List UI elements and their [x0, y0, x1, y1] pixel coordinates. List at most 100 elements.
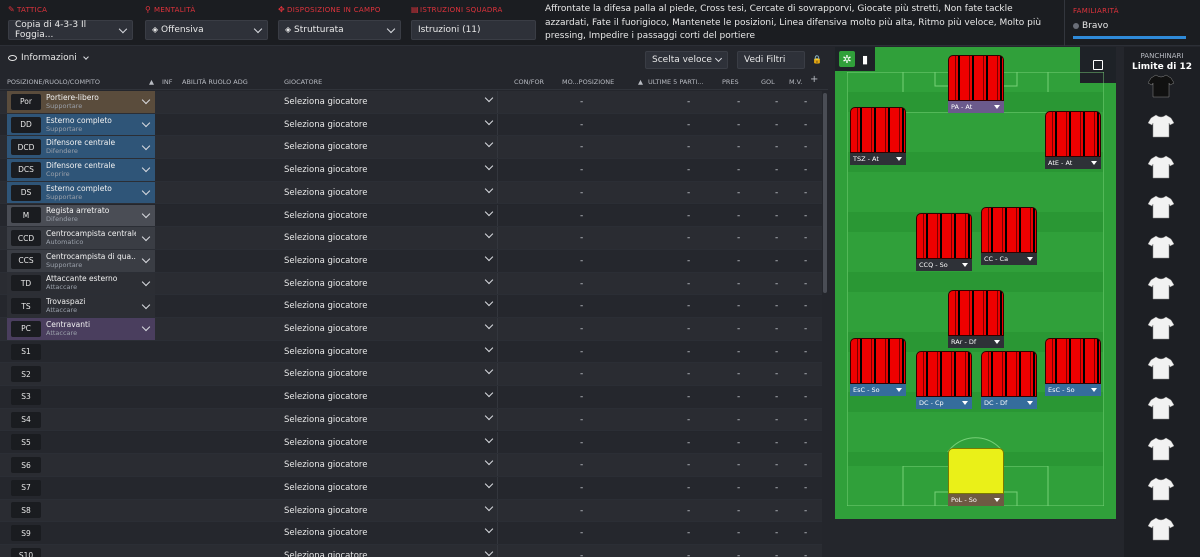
- player-select-text[interactable]: Seleziona giocatore: [284, 188, 367, 198]
- bench-slot-shirt-icon[interactable]: [1147, 235, 1175, 259]
- shirt-icon[interactable]: [916, 213, 972, 259]
- role-cell[interactable]: DS Esterno completo Supportare: [7, 181, 155, 204]
- player-role-label[interactable]: PA - At: [948, 101, 1004, 113]
- shirt-icon[interactable]: [981, 207, 1037, 253]
- player-role-label[interactable]: EsC - So: [850, 384, 906, 396]
- chevron-down-icon[interactable]: [141, 141, 151, 150]
- role-cell[interactable]: S7: [7, 477, 155, 499]
- player-select-text[interactable]: Seleziona giocatore: [284, 506, 367, 516]
- role-cell[interactable]: M Regista arretrato Difendere: [7, 204, 155, 227]
- chevron-down-icon[interactable]: [141, 118, 151, 128]
- col-pres[interactable]: PRES: [722, 78, 739, 86]
- table-row[interactable]: DD Esterno completo Supportare Seleziona gi…: [0, 113, 822, 137]
- chevron-down-icon[interactable]: [141, 232, 151, 241]
- player-select-text[interactable]: Seleziona giocatore: [284, 551, 367, 557]
- player-select-text[interactable]: Seleziona giocatore: [284, 279, 367, 289]
- gear-icon[interactable]: ✲: [839, 51, 855, 67]
- chevron-down-icon[interactable]: [484, 388, 494, 398]
- table-row[interactable]: S5 Seleziona giocatore - - - - -: [0, 431, 822, 455]
- chevron-down-icon[interactable]: [484, 184, 494, 194]
- role-cell[interactable]: S4: [7, 409, 155, 431]
- chevron-down-icon[interactable]: [484, 229, 494, 239]
- role-cell[interactable]: Por Portiere-libero Supportare: [7, 91, 155, 113]
- chevron-down-icon[interactable]: [484, 207, 494, 216]
- col-last5[interactable]: ULTIME 5 PARTI...: [648, 78, 703, 86]
- table-row[interactable]: S6 Seleziona giocatore - - - - -: [0, 454, 822, 477]
- table-row[interactable]: DCD Difensore centrale Difendere Seleziona …: [0, 136, 822, 160]
- table-row[interactable]: DCS Difensore centrale Coprire Seleziona gi…: [0, 159, 822, 182]
- bench-slot-shirt-icon[interactable]: [1147, 114, 1175, 138]
- table-row[interactable]: S1 Seleziona giocatore - - - - -: [0, 340, 822, 364]
- bench-slot-shirt-icon[interactable]: [1147, 276, 1175, 300]
- chevron-down-icon[interactable]: [141, 277, 151, 287]
- table-row[interactable]: S7 Seleziona giocatore - - - - -: [0, 476, 822, 500]
- player-role-label[interactable]: EsC - So: [1045, 384, 1101, 396]
- shirt-icon[interactable]: [1045, 111, 1101, 157]
- chevron-down-icon[interactable]: [484, 298, 494, 307]
- player-select-text[interactable]: Seleziona giocatore: [284, 165, 367, 175]
- role-cell[interactable]: CCS Centrocampista di qua... Supportare: [7, 249, 155, 272]
- player-select-text[interactable]: Seleziona giocatore: [284, 97, 367, 107]
- col-player[interactable]: GIOCATORE: [284, 78, 322, 86]
- col-role-ability[interactable]: ABILITÀ RUOLO ADG: [182, 78, 248, 86]
- mentality-select[interactable]: ◈ Offensiva: [145, 20, 268, 40]
- player-select-text[interactable]: Seleziona giocatore: [284, 301, 367, 311]
- player-select-text[interactable]: Seleziona giocatore: [284, 120, 367, 130]
- player-select-text[interactable]: Seleziona giocatore: [284, 142, 367, 152]
- chevron-down-icon[interactable]: [484, 547, 494, 557]
- bench-slot-shirt-icon[interactable]: [1147, 195, 1175, 219]
- col-mv[interactable]: M.V.: [789, 78, 802, 86]
- chevron-down-icon[interactable]: [484, 116, 494, 125]
- player-select-text[interactable]: Seleziona giocatore: [284, 369, 367, 379]
- role-cell[interactable]: DCS Difensore centrale Coprire: [7, 159, 155, 181]
- role-cell[interactable]: TD Attaccante esterno Attaccare: [7, 272, 155, 295]
- pitch-player[interactable]: PA - At: [948, 55, 1004, 113]
- player-role-label[interactable]: CCQ - So: [916, 259, 972, 271]
- table-row[interactable]: S8 Seleziona giocatore - - - - -: [0, 499, 822, 523]
- chevron-down-icon[interactable]: [484, 93, 494, 103]
- shirt-icon[interactable]: [850, 338, 906, 384]
- table-row[interactable]: S3 Seleziona giocatore - - - - -: [0, 386, 822, 409]
- pitch-player[interactable]: AtE - At: [1045, 111, 1101, 169]
- view-filters-button[interactable]: Vedi Filtri: [737, 51, 805, 69]
- player-select-text[interactable]: Seleziona giocatore: [284, 415, 367, 425]
- table-row[interactable]: Por Portiere-libero Supportare Seleziona gi…: [0, 91, 822, 114]
- scrollbar-thumb[interactable]: [823, 93, 827, 293]
- chevron-down-icon[interactable]: [484, 366, 494, 375]
- role-cell[interactable]: S5: [7, 432, 155, 454]
- chevron-down-icon[interactable]: [141, 186, 151, 196]
- add-column-icon[interactable]: +: [810, 74, 818, 85]
- player-select-text[interactable]: Seleziona giocatore: [284, 233, 367, 243]
- role-cell[interactable]: S2: [7, 363, 155, 385]
- table-scrollbar[interactable]: [822, 90, 828, 557]
- formation-select[interactable]: ◈ Strutturata: [278, 20, 401, 40]
- pitch-player[interactable]: TSZ - At: [850, 107, 906, 165]
- player-role-label[interactable]: RAr - Df: [948, 336, 1004, 348]
- shirt-icon[interactable]: [948, 290, 1004, 336]
- shirt-icon[interactable]: [948, 55, 1004, 101]
- bench-slot-shirt-icon[interactable]: [1147, 74, 1175, 98]
- table-row[interactable]: S9 Seleziona giocatore - - - - -: [0, 522, 822, 545]
- bench-slot-shirt-icon[interactable]: [1147, 437, 1175, 461]
- role-cell[interactable]: TS Trovaspazi Attaccare: [7, 295, 155, 317]
- table-row[interactable]: S10 Seleziona giocatore - - - - -: [0, 545, 822, 557]
- player-select-text[interactable]: Seleziona giocatore: [284, 528, 367, 538]
- table-row[interactable]: S2 Seleziona giocatore - - - - -: [0, 363, 822, 387]
- chevron-down-icon[interactable]: [484, 456, 494, 466]
- shirt-icon[interactable]: [916, 351, 972, 397]
- tactic-select[interactable]: Copia di 4-3-3 Il Foggia...: [8, 20, 133, 40]
- role-cell[interactable]: S9: [7, 522, 155, 544]
- pitch-player[interactable]: CCQ - So: [916, 213, 972, 271]
- chevron-down-icon[interactable]: [484, 434, 494, 443]
- table-row[interactable]: TS Trovaspazi Attaccare Seleziona giocatore…: [0, 295, 822, 318]
- chevron-down-icon[interactable]: [484, 525, 494, 534]
- bar-chart-icon[interactable]: ▮: [857, 51, 873, 67]
- bench-slot-shirt-icon[interactable]: [1147, 316, 1175, 340]
- bench-slot-shirt-icon[interactable]: [1147, 517, 1175, 541]
- chevron-down-icon[interactable]: [484, 411, 494, 421]
- player-select-text[interactable]: Seleziona giocatore: [284, 256, 367, 266]
- player-role-label[interactable]: TSZ - At: [850, 153, 906, 165]
- chevron-down-icon[interactable]: [141, 254, 151, 264]
- pitch-player[interactable]: EsC - So: [850, 338, 906, 396]
- role-cell[interactable]: S6: [7, 454, 155, 476]
